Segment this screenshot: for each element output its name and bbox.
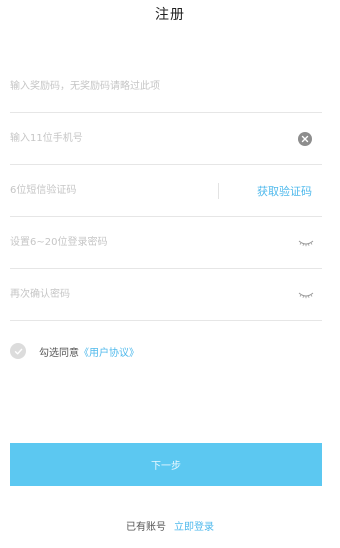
vertical-divider: [218, 182, 219, 199]
clear-circle-icon[interactable]: [298, 131, 312, 146]
agreement-text: 勾选同意: [39, 347, 79, 359]
confirm-password-input[interactable]: [10, 279, 250, 310]
nav-bar: 注册: [0, 0, 340, 28]
login-link[interactable]: 立即登录: [174, 518, 214, 533]
login-row: 已有账号 立即登录: [0, 516, 340, 534]
phone-row: [10, 113, 322, 165]
phone-input[interactable]: [10, 123, 250, 154]
agreement-row: 勾选同意 《用户协议》: [10, 342, 139, 360]
password-row: [10, 217, 322, 269]
register-form: 获取验证码: [10, 61, 322, 321]
eye-closed-icon[interactable]: [298, 238, 314, 248]
close-icon: [301, 135, 309, 142]
reward-code-row: [10, 61, 322, 113]
reward-code-input[interactable]: [10, 71, 250, 102]
eye-closed-icon[interactable]: [298, 290, 314, 300]
next-button[interactable]: 下一步: [10, 443, 322, 486]
get-code-button[interactable]: 获取验证码: [257, 183, 312, 199]
user-agreement-link[interactable]: 《用户协议》: [79, 344, 139, 359]
check-circle-icon[interactable]: [10, 343, 26, 359]
confirm-password-row: [10, 269, 322, 321]
password-input[interactable]: [10, 227, 250, 258]
header-spacer: [0, 28, 340, 61]
checkmark-icon: [14, 348, 22, 354]
have-account-text: 已有账号: [126, 521, 166, 533]
register-page: 注册 获取验证码: [0, 0, 340, 548]
sms-code-row: 获取验证码: [10, 165, 322, 217]
page-title: 注册: [155, 7, 185, 23]
sms-code-input[interactable]: [10, 175, 200, 206]
